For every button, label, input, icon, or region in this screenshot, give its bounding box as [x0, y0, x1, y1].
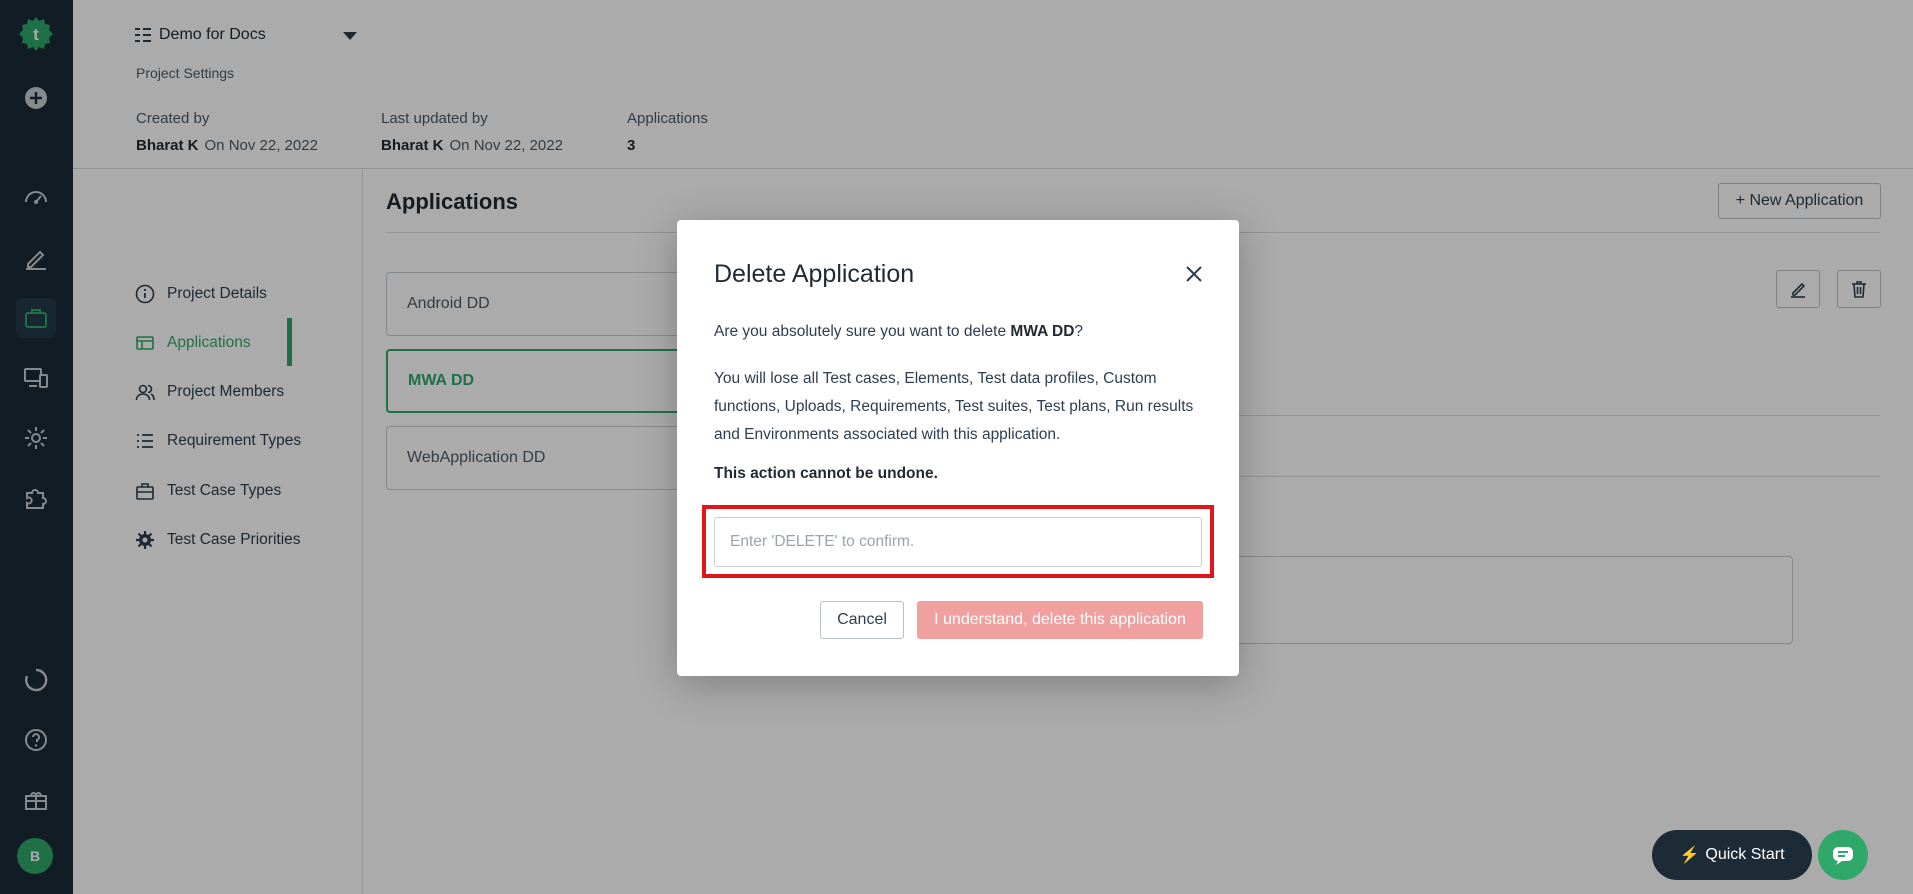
close-icon[interactable]: [1183, 263, 1205, 285]
quick-start-label: Quick Start: [1705, 846, 1785, 863]
dialog-title: Delete Application: [714, 260, 915, 288]
chat-icon: [1833, 847, 1853, 865]
confirm-delete-button[interactable]: I understand, delete this application: [917, 601, 1203, 639]
app-name: MWA DD: [1010, 323, 1075, 340]
question-suffix: ?: [1074, 323, 1084, 340]
chat-button[interactable]: [1818, 830, 1868, 880]
delete-warning: You will lose all Test cases, Elements, …: [714, 370, 1194, 443]
delete-question: Are you absolutely sure you want to dele…: [714, 323, 1083, 341]
bolt-icon: ⚡: [1679, 847, 1700, 864]
cancel-button[interactable]: Cancel: [820, 601, 904, 639]
question-prefix: Are you absolutely sure you want to dele…: [714, 323, 1007, 340]
delete-application-dialog: Delete Application Are you absolutely su…: [677, 220, 1239, 676]
irreversible-notice: This action cannot be undone.: [714, 465, 938, 482]
delete-confirm-input[interactable]: [714, 517, 1202, 567]
quick-start-button[interactable]: ⚡ Quick Start: [1652, 830, 1812, 880]
